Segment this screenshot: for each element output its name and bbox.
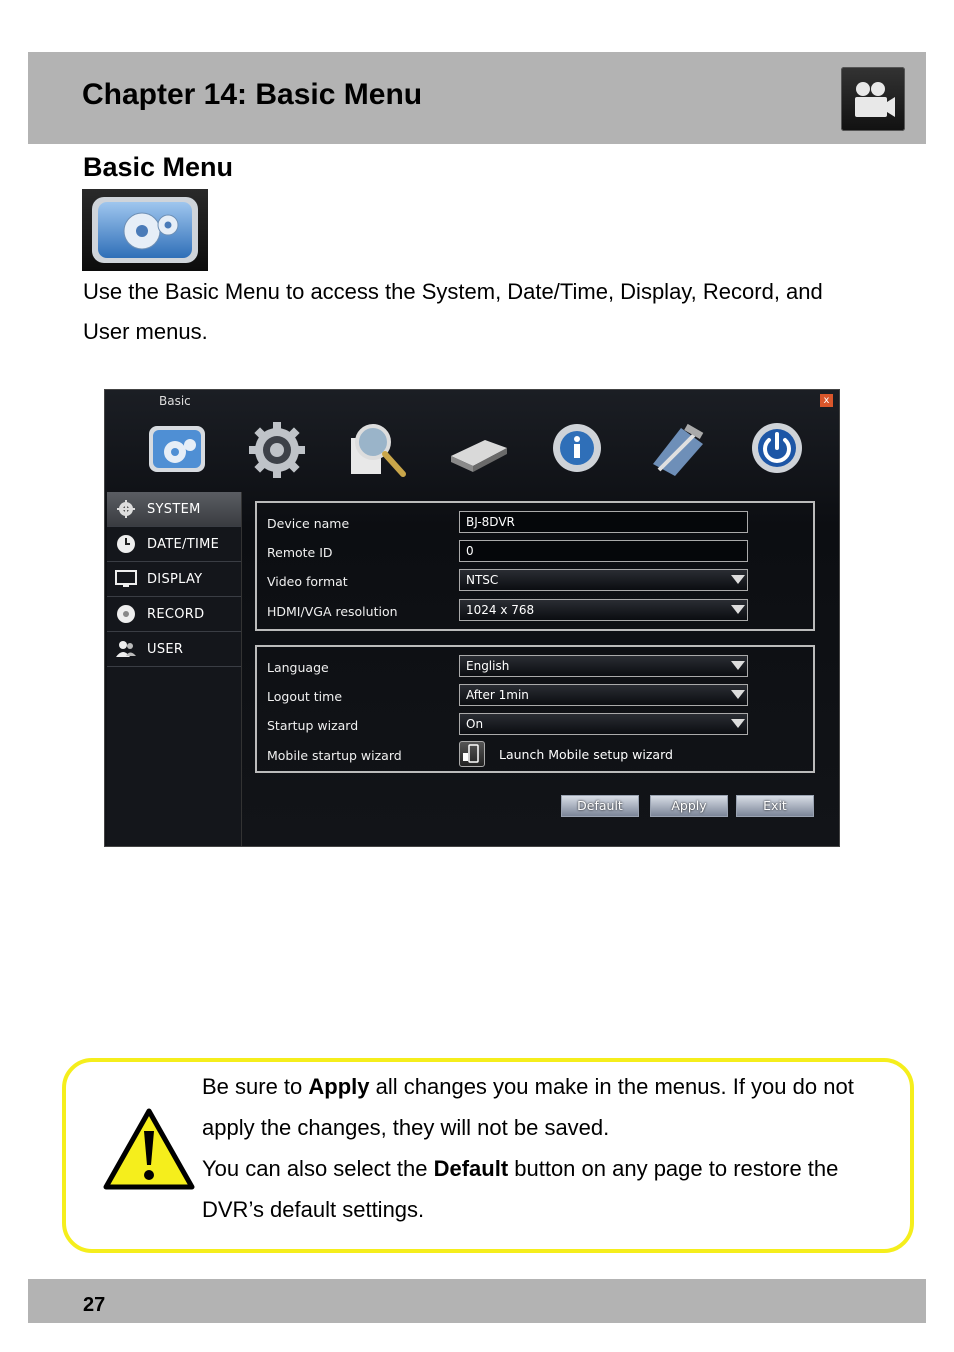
sidebar-item-label: RECORD [147,606,205,622]
sidebar-item-display[interactable]: DISPLAY [107,562,241,597]
field-label: Device name [267,516,350,531]
remote-id-input[interactable]: 0 [459,540,748,562]
chevron-down-icon [731,605,745,614]
logout-time-select[interactable]: After 1min [459,684,748,706]
sidebar-item-record[interactable]: RECORD [107,597,241,632]
note-text: Be sure to Apply all changes you make in… [202,1066,892,1230]
basic-menu-gear-icon [82,189,208,271]
sidebar-item-label: DISPLAY [147,571,203,587]
video-camera-icon [841,67,905,131]
dvr-sidebar: SYSTEM DATE/TIME DISPLAY RECORD USER [107,492,242,846]
page-number: 27 [83,1294,106,1316]
sidebar-item-system[interactable]: SYSTEM [107,492,241,527]
gear-icon [115,498,137,520]
field-label: Startup wizard [267,718,359,733]
basic-gear-icon[interactable] [145,418,209,482]
hard-drive-icon[interactable] [445,418,509,482]
launch-mobile-wizard-button[interactable]: Launch Mobile setup wizard [499,747,673,762]
select-value: NTSC [466,573,499,587]
section-heading: Basic Menu [83,152,234,182]
note-paragraph-default: You can also select the Default button o… [202,1148,892,1230]
chevron-down-icon [731,690,745,699]
monitor-icon [115,568,137,590]
info-icon[interactable] [545,418,609,482]
field-label: Logout time [267,689,343,704]
dvr-basic-menu-window: Basic x SYSTEM DATE/TIME DISPLAY RECORD … [104,389,840,847]
chevron-down-icon [731,575,745,584]
select-value: 1024 x 768 [466,603,535,617]
language-row: Language English [267,655,803,679]
users-icon [115,638,137,660]
note-paragraph-apply: Be sure to Apply all changes you make in… [202,1066,892,1148]
search-magnifier-icon[interactable] [345,418,409,482]
tools-icon[interactable] [645,418,709,482]
field-label: HDMI/VGA resolution [267,604,398,619]
logout-time-row: Logout time After 1min [267,684,803,708]
warning-note-box: Be sure to Apply all changes you make in… [62,1058,914,1253]
resolution-row: HDMI/VGA resolution 1024 x 768 [267,599,803,623]
default-emphasis: Default [433,1156,509,1181]
mobile-wizard-row: Mobile startup wizard Launch Mobile setu… [267,741,803,767]
sidebar-item-label: SYSTEM [147,501,201,517]
exit-button[interactable]: Exit [736,795,814,817]
close-icon[interactable]: x [820,394,833,407]
chevron-down-icon [731,661,745,670]
window-title: Basic [159,394,191,408]
resolution-select[interactable]: 1024 x 768 [459,599,748,621]
startup-wizard-row: Startup wizard On [267,713,803,737]
default-button[interactable]: Default [561,795,639,817]
sidebar-item-date-time[interactable]: DATE/TIME [107,527,241,562]
device-name-row: Device name BJ-8DVR [267,511,803,535]
preferences-group: Language English Logout time After 1min … [255,645,815,773]
chapter-title: Chapter 14: Basic Menu [82,78,423,111]
record-icon [115,603,137,625]
apply-emphasis: Apply [308,1074,370,1099]
system-settings-group: Device name BJ-8DVR Remote ID 0 Video fo… [255,501,815,631]
power-icon[interactable] [745,418,809,482]
language-select[interactable]: English [459,655,748,677]
remote-id-row: Remote ID 0 [267,540,803,564]
mobile-phone-icon[interactable] [459,741,485,767]
sidebar-item-label: USER [147,641,184,657]
clock-icon [115,533,137,555]
chapter-header-bar: Chapter 14: Basic Menu [28,52,926,144]
select-value: On [466,717,484,731]
field-label: Remote ID [267,545,333,560]
select-value: English [466,659,510,673]
warning-icon [102,1107,196,1193]
field-label: Language [267,660,329,675]
note-text-segment: Be sure to [202,1074,309,1099]
field-label: Mobile startup wizard [267,748,402,763]
device-name-input[interactable]: BJ-8DVR [459,511,748,533]
note-text-segment: You can also select the [202,1156,434,1181]
toolbar [141,418,821,482]
field-label: Video format [267,574,348,589]
video-format-row: Video format NTSC [267,569,803,593]
sidebar-item-user[interactable]: USER [107,632,241,667]
intro-paragraph: Use the Basic Menu to access the System,… [83,279,823,344]
advanced-gear-icon[interactable] [245,418,309,482]
sidebar-item-label: DATE/TIME [147,536,220,552]
video-format-select[interactable]: NTSC [459,569,748,591]
chevron-down-icon [731,719,745,728]
apply-button[interactable]: Apply [650,795,728,817]
startup-wizard-select[interactable]: On [459,713,748,735]
page-footer-bar: 27 [28,1279,926,1323]
select-value: After 1min [466,688,529,702]
